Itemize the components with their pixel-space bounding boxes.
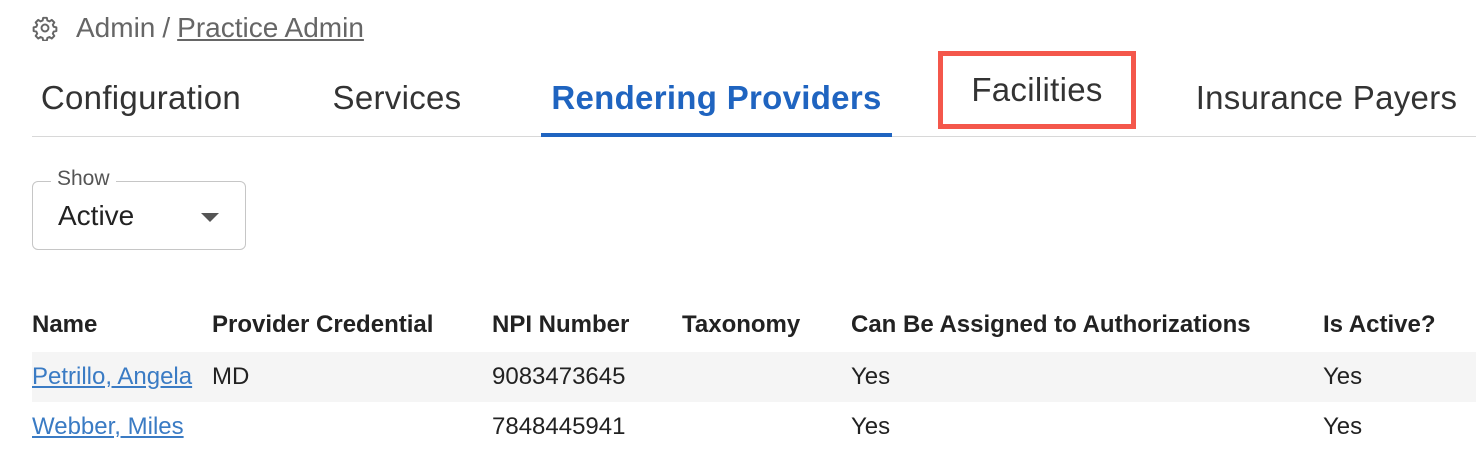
table-header-row: Name Provider Credential NPI Number Taxo… <box>32 298 1476 352</box>
name-cell: Petrillo, Angela <box>32 352 212 402</box>
column-header-credential: Provider Credential <box>212 311 434 338</box>
npi-cell: 7848445941 <box>492 413 626 440</box>
column-header-assignable: Can Be Assigned to Authorizations <box>851 311 1251 338</box>
chevron-down-icon <box>201 213 219 222</box>
credential-cell: MD <box>212 352 492 402</box>
practice-admin-page: Admin / Practice Admin Configuration Ser… <box>0 0 1476 468</box>
gear-icon <box>32 15 58 41</box>
assignable-cell: Yes <box>851 413 891 440</box>
tab-insurance-payers[interactable]: Insurance Payers <box>1177 60 1476 136</box>
npi-cell: 9083473645 <box>492 352 682 402</box>
tab-services[interactable]: Services <box>302 60 492 136</box>
provider-name-link[interactable]: Petrillo, Angela <box>32 363 192 390</box>
tab-bar: Configuration Services Rendering Provide… <box>32 51 1476 137</box>
taxonomy-cell <box>682 402 851 452</box>
taxonomy-cell <box>682 352 851 402</box>
active-cell: Yes <box>1323 352 1476 402</box>
breadcrumb: Admin / Practice Admin <box>32 12 364 44</box>
breadcrumb-practice-admin-link[interactable]: Practice Admin <box>177 12 364 44</box>
breadcrumb-root: Admin <box>76 12 156 43</box>
tab-facilities[interactable]: Facilities <box>938 51 1136 129</box>
column-header-taxonomy: Taxonomy <box>682 311 801 338</box>
table-row: Petrillo, Angela MD 9083473645 Yes Yes <box>32 352 1476 402</box>
column-header-active: Is Active? <box>1323 311 1436 338</box>
breadcrumb-separator: / <box>162 12 171 43</box>
show-filter-select[interactable]: Show Active <box>32 167 246 250</box>
tab-rendering-providers[interactable]: Rendering Providers <box>541 60 892 137</box>
assignable-cell: Yes <box>851 352 1323 402</box>
table-row: Webber, Miles 7848445941 Yes Yes <box>32 402 1476 452</box>
name-cell: Webber, Miles <box>32 402 212 452</box>
column-header-npi: NPI Number <box>492 311 630 338</box>
show-filter-value: Active <box>58 200 135 231</box>
credential-cell <box>212 402 492 452</box>
provider-name-link[interactable]: Webber, Miles <box>32 413 184 440</box>
column-header-name: Name <box>32 311 98 338</box>
providers-table: Name Provider Credential NPI Number Taxo… <box>32 298 1476 452</box>
active-cell: Yes <box>1323 413 1363 440</box>
show-filter-label: Show <box>51 167 116 191</box>
tab-configuration[interactable]: Configuration <box>32 60 250 136</box>
